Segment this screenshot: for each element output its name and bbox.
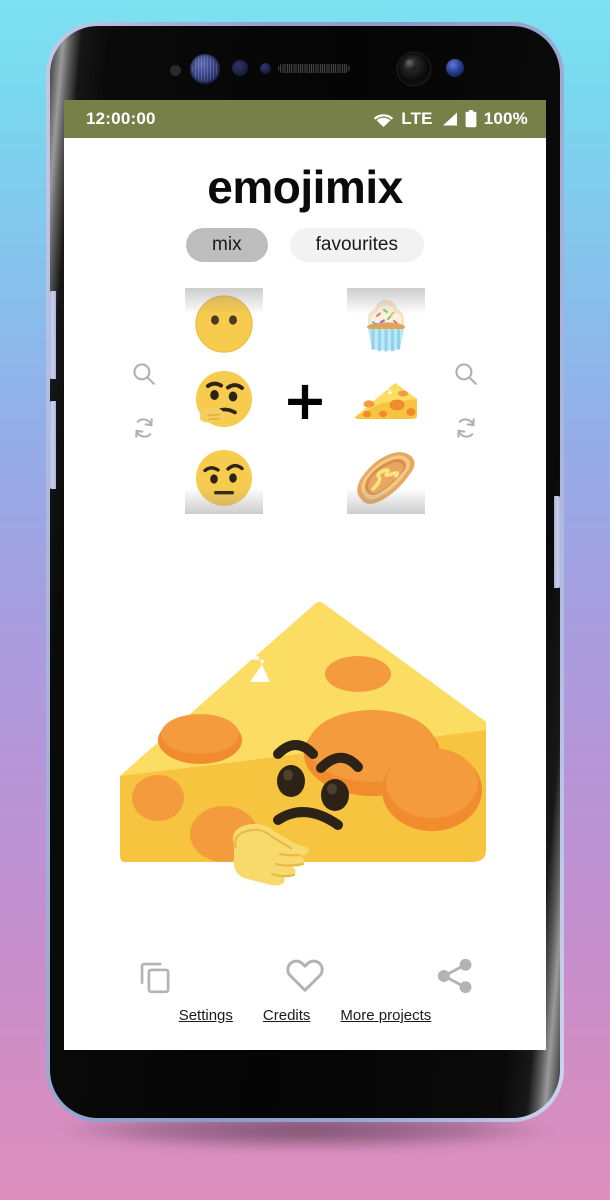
action-bar	[64, 955, 546, 997]
phone-body: 12:00:00 LTE 100% emojimix mix favourite…	[50, 26, 560, 1118]
emoji-option-dotted-line-face[interactable]	[186, 288, 262, 360]
left-picker-controls	[113, 360, 175, 442]
earpiece-speaker-icon	[278, 64, 350, 73]
footer-links: Settings Credits More projects	[64, 1007, 546, 1050]
tab-mix[interactable]: mix	[186, 228, 268, 262]
volume-down-button[interactable]	[50, 401, 56, 489]
shuffle-icon[interactable]	[130, 414, 158, 442]
phone-device-frame: 12:00:00 LTE 100% emojimix mix favourite…	[46, 22, 564, 1122]
top-bezel	[50, 26, 560, 100]
emoji-option-cupcake[interactable]	[348, 288, 424, 360]
emoji-option-cheese-wedge[interactable]	[348, 365, 424, 437]
status-bar-clock: 12:00:00	[86, 109, 156, 128]
share-button[interactable]	[434, 955, 476, 997]
search-icon[interactable]	[130, 360, 158, 388]
bottom-bezel	[50, 1050, 560, 1118]
iris-scanner-icon	[190, 54, 220, 84]
app-content: emojimix mix favourites + Settings Credi…	[64, 138, 546, 1050]
plus-operator: +	[282, 368, 328, 432]
tab-favourites[interactable]: favourites	[289, 228, 424, 262]
search-icon[interactable]	[452, 360, 480, 388]
link-credits[interactable]: Credits	[263, 1007, 311, 1024]
front-camera-icon	[398, 53, 430, 85]
right-emoji-column[interactable]	[347, 287, 425, 514]
signal-icon	[440, 111, 458, 127]
power-button[interactable]	[554, 496, 560, 588]
status-bar-indicators: LTE 100%	[373, 109, 528, 129]
emoji-picker-row: +	[64, 287, 546, 514]
status-led-icon	[446, 59, 464, 77]
app-title: emojimix	[207, 161, 403, 213]
wifi-icon	[373, 111, 394, 127]
right-picker-controls	[435, 360, 497, 442]
volume-up-button[interactable]	[50, 291, 56, 379]
network-type-label: LTE	[401, 109, 433, 128]
link-settings[interactable]: Settings	[179, 1007, 233, 1024]
phone-screen: 12:00:00 LTE 100% emojimix mix favourite…	[64, 100, 546, 1050]
left-emoji-column[interactable]	[185, 287, 263, 514]
emoji-option-hot-dog[interactable]	[348, 442, 424, 514]
sensor-dot-small-icon	[260, 63, 271, 74]
emoji-option-thinking-face[interactable]	[186, 365, 262, 437]
emoji-option-face-with-raised-eyebrow[interactable]	[186, 442, 262, 514]
link-more-projects[interactable]: More projects	[340, 1007, 431, 1024]
cheese-wedge-thinking-face-graphic	[120, 602, 486, 886]
battery-percent-label: 100%	[483, 109, 528, 128]
mix-result	[64, 510, 546, 955]
favourite-button[interactable]	[284, 955, 326, 997]
shuffle-icon[interactable]	[452, 414, 480, 442]
sensor-dot-icon	[232, 60, 248, 76]
tab-bar: mix favourites	[186, 228, 424, 262]
proximity-sensor-icon	[170, 65, 181, 76]
copy-button[interactable]	[134, 955, 176, 997]
battery-icon	[465, 110, 477, 128]
status-bar: 12:00:00 LTE 100%	[64, 100, 546, 138]
